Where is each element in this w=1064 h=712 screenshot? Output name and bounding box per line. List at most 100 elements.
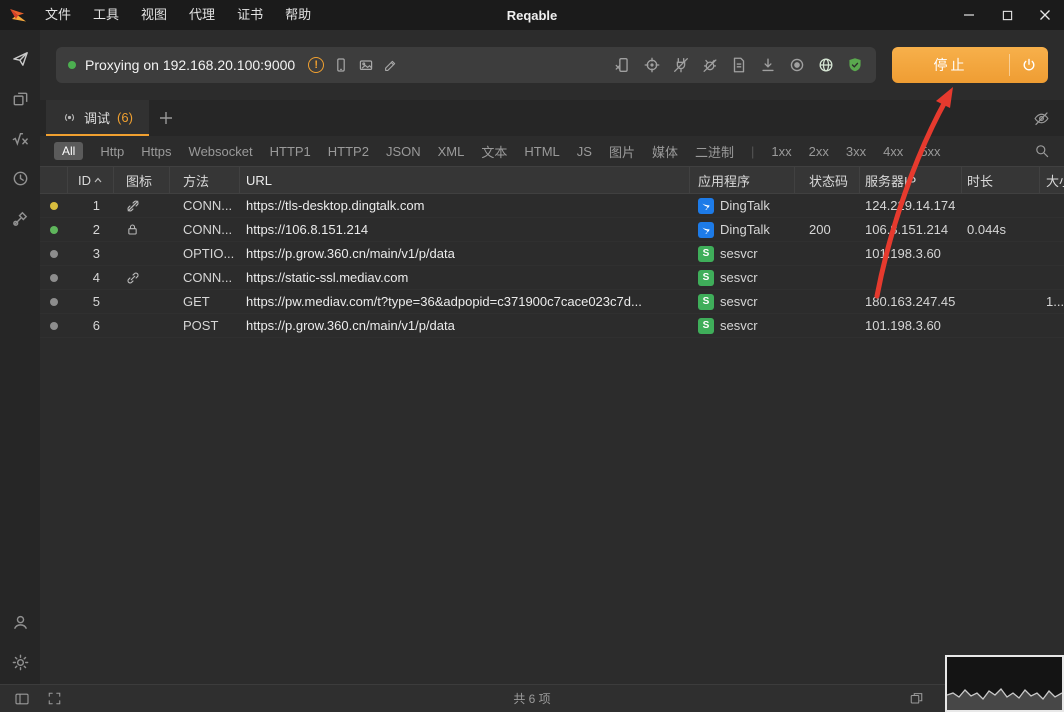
filter-websocket[interactable]: Websocket [189,144,253,159]
close-button[interactable] [1026,0,1064,30]
filter-xml[interactable]: XML [438,144,465,159]
cell-app: S sesvcr [690,266,795,289]
table-row[interactable]: 3 OPTIO... https://p.grow.360.cn/main/v1… [40,242,1064,266]
header-duration[interactable]: 时长 [962,167,1040,193]
bug-off-icon[interactable] [701,56,719,74]
filter-all[interactable]: All [54,142,83,160]
menu-help[interactable]: 帮助 [274,0,322,30]
left-sidebar [0,30,40,684]
filter-1xx[interactable]: 1xx [771,144,791,159]
device-icon[interactable] [333,57,349,73]
filter-http2[interactable]: HTTP2 [328,144,369,159]
header-server-ip[interactable]: 服务器IP [860,167,962,193]
power-icon[interactable] [1010,47,1048,83]
menu-proxy[interactable]: 代理 [178,0,226,30]
filter-http1[interactable]: HTTP1 [270,144,311,159]
header-method[interactable]: 方法 [170,167,240,193]
filter-binary[interactable]: 二进制 [695,142,734,161]
cell-url: https://tls-desktop.dingtalk.com [240,194,690,217]
tab-debug-count: (6) [117,110,133,125]
cell-size [1040,218,1064,241]
minimize-button[interactable] [950,0,988,30]
settings-icon[interactable] [0,642,40,682]
traffic-table: ID 图标 方法 URL 应用程序 状态码 服务器IP 时长 大小 [40,166,1064,684]
shield-icon[interactable] [846,56,864,74]
filter-https[interactable]: Https [141,144,171,159]
search-icon[interactable] [1034,143,1050,159]
menu-tools[interactable]: 工具 [82,0,130,30]
warning-icon[interactable]: ! [308,57,324,73]
filter-json[interactable]: JSON [386,144,421,159]
edit-icon[interactable] [383,58,398,73]
header-app[interactable]: 应用程序 [690,167,795,193]
menu-certificate[interactable]: 证书 [226,0,274,30]
maximize-button[interactable] [988,0,1026,30]
menu-view[interactable]: 视图 [130,0,178,30]
menu-file[interactable]: 文件 [34,0,82,30]
filter-image[interactable]: 图片 [609,142,635,161]
fullscreen-icon[interactable] [47,691,62,706]
waveform-overlay [945,655,1064,712]
side-panel-icon[interactable] [14,691,30,707]
cell-size [1040,266,1064,289]
account-icon[interactable] [0,602,40,642]
cell-status [795,314,860,337]
filter-4xx[interactable]: 4xx [883,144,903,159]
tab-debug[interactable]: 调试(6) [46,100,149,136]
filter-3xx[interactable]: 3xx [846,144,866,159]
device-disconnect-icon[interactable] [614,56,632,74]
cell-size: 1... [1040,290,1064,313]
filter-http[interactable]: Http [100,144,124,159]
cell-url: https://p.grow.360.cn/main/v1/p/data [240,242,690,265]
filter-js[interactable]: JS [577,144,592,159]
globe-icon[interactable] [817,56,835,74]
table-row[interactable]: 2 CONN... https://106.8.151.214 DingTalk… [40,218,1064,242]
collections-icon[interactable] [0,78,40,118]
float-window-icon[interactable] [909,691,924,706]
filter-2xx[interactable]: 2xx [809,144,829,159]
filter-5xx[interactable]: 5xx [920,144,940,159]
filter-text[interactable]: 文本 [481,142,507,161]
cell-size [1040,242,1064,265]
cell-server-ip: 124.229.14.174 [860,194,962,217]
cell-status [795,290,860,313]
history-icon[interactable] [0,158,40,198]
cell-duration: 0.044s [962,218,1040,241]
table-row[interactable]: 4 CONN... https://static-ssl.mediav.com … [40,266,1064,290]
cell-method: CONN... [170,194,240,217]
table-row[interactable]: 1 CONN... https://tls-desktop.dingtalk.c… [40,194,1064,218]
cell-server-ip: 106.8.151.214 [860,218,962,241]
screenshot-icon[interactable] [358,57,374,73]
header-url[interactable]: URL [240,167,690,193]
hide-preview-icon[interactable] [1033,100,1064,136]
table-empty-area [40,338,1064,684]
download-icon[interactable] [759,56,777,74]
status-dot-pending [50,202,58,210]
filter-media[interactable]: 媒体 [652,142,678,161]
cell-url: https://106.8.151.214 [240,218,690,241]
table-row[interactable]: 6 POST https://p.grow.360.cn/main/v1/p/d… [40,314,1064,338]
formula-icon[interactable] [0,118,40,158]
toolbox-icon[interactable] [0,198,40,238]
script-icon[interactable] [730,56,748,74]
header-size[interactable]: 大小 [1040,167,1064,193]
cell-duration [962,242,1040,265]
header-icon[interactable]: 图标 [114,167,170,193]
filter-html[interactable]: HTML [524,144,559,159]
add-tab-button[interactable] [149,100,183,136]
api-debug-icon[interactable] [0,38,40,78]
cell-method: GET [170,290,240,313]
header-status[interactable]: 状态码 [795,167,860,193]
link-icon [126,271,140,285]
plug-off-icon[interactable] [672,56,690,74]
cell-id: 5 [68,290,114,313]
cell-method: CONN... [170,218,240,241]
header-id[interactable]: ID [68,167,114,193]
table-row[interactable]: 5 GET https://pw.mediav.com/t?type=36&ad… [40,290,1064,314]
scope-icon[interactable] [643,56,661,74]
stop-button[interactable]: 停止 [892,47,1048,83]
session-tabbar: 调试(6) [40,100,1064,136]
sesvcr-icon: S [698,294,714,310]
record-icon[interactable] [788,56,806,74]
cell-method: CONN... [170,266,240,289]
